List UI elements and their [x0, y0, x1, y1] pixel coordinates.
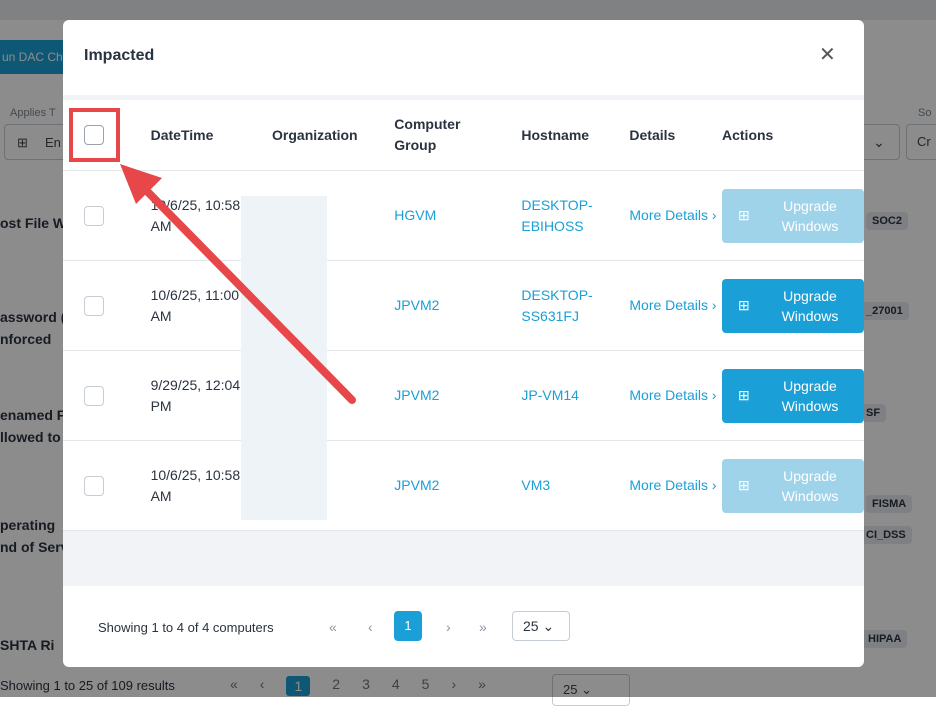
annotation-arrow	[120, 164, 356, 404]
